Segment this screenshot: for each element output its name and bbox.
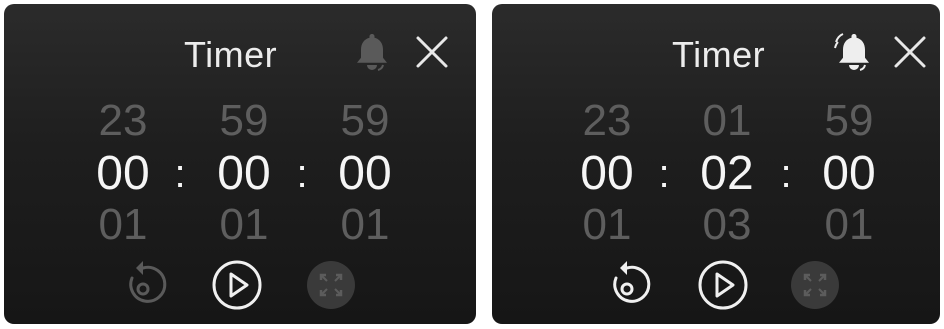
seconds-previous[interactable]: 59 bbox=[814, 96, 884, 146]
hours-previous[interactable]: 23 bbox=[572, 96, 642, 146]
close-icon[interactable] bbox=[890, 32, 930, 72]
picker-row-next: 01 03 01 bbox=[492, 200, 940, 250]
hours-current[interactable]: 00 bbox=[572, 149, 642, 199]
reset-icon[interactable] bbox=[116, 258, 170, 312]
minutes-current[interactable]: 00 bbox=[209, 149, 279, 199]
picker-row-next: 01 01 01 bbox=[4, 200, 476, 250]
fullscreen-icon[interactable] bbox=[788, 258, 842, 312]
time-separator: : bbox=[174, 152, 186, 196]
fullscreen-icon[interactable] bbox=[304, 258, 358, 312]
play-icon[interactable] bbox=[696, 258, 750, 312]
timer-panel-2: Timer 23 01 59 00 : 02 : 00 01 03 01 bbox=[492, 4, 940, 324]
seconds-previous[interactable]: 59 bbox=[330, 96, 400, 146]
timer-title: Timer bbox=[184, 34, 278, 75]
hours-current[interactable]: 00 bbox=[88, 149, 158, 199]
minutes-next[interactable]: 01 bbox=[209, 200, 279, 250]
time-separator: : bbox=[296, 152, 308, 196]
picker-row-previous: 23 59 59 bbox=[4, 96, 476, 146]
bell-icon[interactable] bbox=[830, 28, 878, 76]
seconds-next[interactable]: 01 bbox=[330, 200, 400, 250]
minutes-previous[interactable]: 01 bbox=[692, 96, 762, 146]
timer-panel-1: Timer 23 59 59 00 : 00 : 00 01 01 01 bbox=[4, 4, 476, 324]
minutes-current[interactable]: 02 bbox=[692, 149, 762, 199]
reset-icon[interactable] bbox=[600, 258, 654, 312]
time-separator: : bbox=[658, 152, 670, 196]
minutes-previous[interactable]: 59 bbox=[209, 96, 279, 146]
seconds-current[interactable]: 00 bbox=[814, 149, 884, 199]
play-icon[interactable] bbox=[210, 258, 264, 312]
picker-row-current: 00 : 02 : 00 bbox=[492, 149, 940, 199]
timer-title: Timer bbox=[672, 34, 766, 75]
seconds-current[interactable]: 00 bbox=[330, 149, 400, 199]
minutes-next[interactable]: 03 bbox=[692, 200, 762, 250]
hours-previous[interactable]: 23 bbox=[88, 96, 158, 146]
bell-icon[interactable] bbox=[348, 28, 396, 76]
hours-next[interactable]: 01 bbox=[572, 200, 642, 250]
picker-row-previous: 23 01 59 bbox=[492, 96, 940, 146]
seconds-next[interactable]: 01 bbox=[814, 200, 884, 250]
hours-next[interactable]: 01 bbox=[88, 200, 158, 250]
picker-row-current: 00 : 00 : 00 bbox=[4, 149, 476, 199]
screenshot-stage: Timer 23 59 59 00 : 00 : 00 01 01 01 Tim… bbox=[0, 0, 944, 329]
close-icon[interactable] bbox=[412, 32, 452, 72]
time-separator: : bbox=[780, 152, 792, 196]
